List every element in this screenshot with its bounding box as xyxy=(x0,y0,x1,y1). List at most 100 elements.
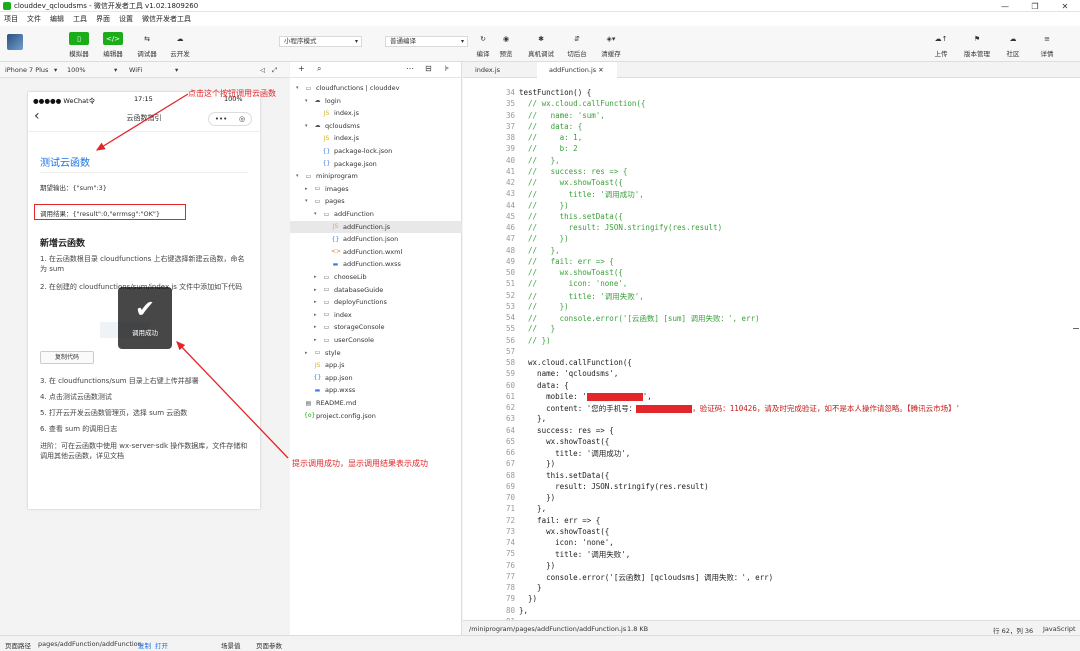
copy-code-button[interactable]: 复制代码 xyxy=(40,351,94,364)
bug-icon: ✱ xyxy=(538,34,544,43)
chevron-down-icon[interactable]: ▾ xyxy=(114,66,117,74)
tab-index-js[interactable]: index.js xyxy=(463,62,535,78)
tree-item[interactable]: ▤ README.md xyxy=(290,397,462,409)
chevron-right-icon[interactable]: ▸ xyxy=(305,350,313,356)
chevron-right-icon[interactable]: ▸ xyxy=(314,274,322,280)
tree-item[interactable]: {} addFunction.json xyxy=(290,233,462,245)
simulator-button[interactable]: ▯ 模拟器 xyxy=(64,32,94,58)
switch-background-button[interactable]: ⇵ 切后台 xyxy=(562,32,592,59)
compile-mode-select[interactable]: 普通编译 ▾ xyxy=(385,36,468,47)
tree-item[interactable]: ▾ ☁ login xyxy=(290,95,462,107)
chevron-down-icon[interactable]: ▾ xyxy=(296,85,304,91)
version-button[interactable]: ⚑ 版本管理 xyxy=(962,32,992,59)
menu-edit[interactable]: 编辑 xyxy=(50,14,64,24)
remote-debug-button[interactable]: ✱ 真机调试 xyxy=(526,32,556,59)
language-mode[interactable]: JavaScript xyxy=(1043,625,1076,633)
tree-item[interactable]: ▸ ▭ chooseLib xyxy=(290,271,462,283)
cursor-position[interactable]: 行 62，列 36 xyxy=(993,625,1033,635)
tree-item[interactable]: JS index.js xyxy=(290,132,462,144)
more-icon[interactable]: ⋯ xyxy=(406,64,414,73)
tree-item[interactable]: ▾ ▭ cloudfunctions | clouddev xyxy=(290,82,462,94)
line-number: 41 xyxy=(505,166,515,176)
record-icon[interactable]: ◎ xyxy=(239,115,245,123)
tree-item[interactable]: ▸ ▭ deployFunctions xyxy=(290,296,462,308)
tree-item[interactable]: ▸ ▭ databaseGuide xyxy=(290,284,462,296)
rotate-icon[interactable]: ⤢ xyxy=(272,66,277,75)
copy-link[interactable]: 复制 xyxy=(138,640,151,650)
split-icon[interactable]: ⊧ xyxy=(445,64,449,73)
chevron-right-icon[interactable]: ▸ xyxy=(314,337,322,343)
menu-view[interactable]: 界面 xyxy=(96,14,110,24)
close-button[interactable]: ✕ xyxy=(1050,0,1080,12)
network-select[interactable]: WiFi xyxy=(129,66,142,74)
upload-button[interactable]: ☁↑ 上传 xyxy=(926,32,956,59)
avatar[interactable] xyxy=(7,34,23,50)
tree-item[interactable]: ▾ ▭ pages xyxy=(290,195,462,207)
tree-item[interactable]: ▾ ☁ qcloudsms xyxy=(290,120,462,132)
menu-tools[interactable]: 工具 xyxy=(73,14,87,24)
details-button[interactable]: ≡ 详情 xyxy=(1032,32,1062,59)
community-button[interactable]: ☁ 社区 xyxy=(998,32,1028,59)
line-number: 72 xyxy=(505,515,515,525)
minimize-button[interactable]: — xyxy=(990,0,1020,12)
debugger-button[interactable]: ⇆ 调试器 xyxy=(132,32,162,59)
device-select[interactable]: iPhone 7 Plus xyxy=(5,66,48,74)
chevron-down-icon[interactable]: ▾ xyxy=(305,123,313,129)
chevron-down-icon[interactable]: ▾ xyxy=(296,173,304,179)
collapse-icon[interactable]: ⊟ xyxy=(425,64,432,73)
chevron-right-icon[interactable]: ▸ xyxy=(314,299,322,305)
tree-item[interactable]: ▸ ▭ style xyxy=(290,347,462,359)
open-link[interactable]: 打开 xyxy=(155,640,168,650)
cloud-button[interactable]: ☁ 云开发 xyxy=(165,32,195,59)
line-number: 57 xyxy=(505,346,515,356)
search-icon[interactable]: ⌕ xyxy=(317,64,321,74)
chevron-down-icon[interactable]: ▾ xyxy=(54,66,57,74)
tree-item[interactable]: ▸ ▭ storageConsole xyxy=(290,321,462,333)
tree-item[interactable]: ▸ ▭ images xyxy=(290,183,462,195)
clear-cache-button[interactable]: ◈▾ 清缓存 xyxy=(596,32,626,59)
tree-item[interactable]: JS app.js xyxy=(290,359,462,371)
chevron-down-icon[interactable]: ▾ xyxy=(314,211,322,217)
tree-item[interactable]: ▾ ▭ miniprogram xyxy=(290,170,462,182)
editor-button[interactable]: </> 编辑器 xyxy=(98,32,128,58)
scrollbar[interactable] xyxy=(1073,328,1079,329)
chevron-right-icon[interactable]: ▸ xyxy=(314,312,322,318)
tree-item[interactable]: JS addFunction.js xyxy=(290,220,462,233)
tree-item[interactable]: {} package.json xyxy=(290,158,462,170)
menu-settings[interactable]: 设置 xyxy=(119,14,133,24)
chevron-right-icon[interactable]: ▸ xyxy=(305,186,313,192)
maximize-button[interactable]: ❐ xyxy=(1020,0,1050,12)
tree-item[interactable]: ▸ ▭ userConsole xyxy=(290,334,462,346)
chevron-down-icon[interactable]: ▾ xyxy=(305,198,313,204)
page-path: pages/addFunction/addFunction xyxy=(38,640,142,648)
folder-icon: ▭ xyxy=(323,323,330,331)
tree-item[interactable]: <> addFunction.wxml xyxy=(290,246,462,258)
tree-item[interactable]: ▾ ▭ addFunction xyxy=(290,208,462,220)
more-icon[interactable]: ••• xyxy=(215,115,227,123)
tree-item[interactable]: ▬ addFunction.wxss xyxy=(290,258,462,270)
chevron-right-icon[interactable]: ▸ xyxy=(314,287,322,293)
tree-item[interactable]: {} app.json xyxy=(290,372,462,384)
preview-button[interactable]: ◉ 预览 xyxy=(491,32,521,59)
zoom-select[interactable]: 100% xyxy=(67,66,86,74)
menu-wechat-devtools[interactable]: 微信开发者工具 xyxy=(142,14,191,24)
debugger-label: 调试器 xyxy=(137,50,157,58)
tab-addfunction-js[interactable]: addFunction.js ✕ xyxy=(537,62,617,78)
tree-item[interactable]: {o} project.config.json xyxy=(290,410,462,422)
volume-icon[interactable]: ◁ xyxy=(260,66,265,74)
chevron-down-icon[interactable]: ▾ xyxy=(305,98,313,104)
chevron-right-icon[interactable]: ▸ xyxy=(314,324,322,330)
tree-item[interactable]: {} package-lock.json xyxy=(290,145,462,157)
code-line: // }) xyxy=(519,301,569,311)
menu-project[interactable]: 项目 xyxy=(4,14,18,24)
mode-select[interactable]: 小程序模式 ▾ xyxy=(279,36,362,47)
add-icon[interactable]: + xyxy=(298,64,305,73)
tree-item[interactable]: ▸ ▭ index xyxy=(290,309,462,321)
tree-item[interactable]: ▬ app.wxss xyxy=(290,384,462,396)
close-icon[interactable]: ✕ xyxy=(598,66,603,74)
menu-file[interactable]: 文件 xyxy=(27,14,41,24)
capsule-menu[interactable]: ••• ◎ xyxy=(208,112,252,126)
test-cloud-function-button[interactable]: 测试云函数 xyxy=(40,154,90,169)
chevron-down-icon[interactable]: ▾ xyxy=(175,66,178,74)
tree-item[interactable]: JS index.js xyxy=(290,107,462,119)
